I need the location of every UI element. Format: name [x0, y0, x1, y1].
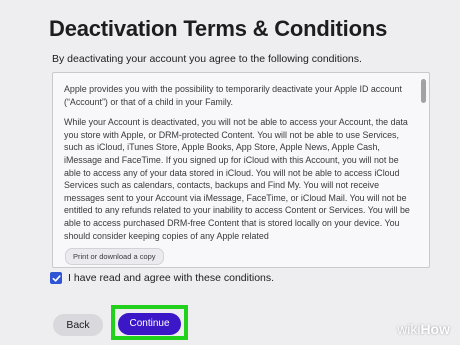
agree-checkbox[interactable]	[50, 272, 62, 284]
watermark-part2: How	[420, 321, 450, 337]
agree-label[interactable]: I have read and agree with these conditi…	[68, 272, 274, 284]
page-subtitle: By deactivating your account you agree t…	[52, 53, 362, 65]
wikihow-watermark: wikiHow	[397, 321, 450, 337]
terms-text: Apple provides you with the possibility …	[64, 83, 410, 250]
page-title: Deactivation Terms & Conditions	[49, 16, 388, 41]
watermark-part1: wiki	[397, 321, 421, 337]
continue-button[interactable]: Continue	[118, 313, 181, 335]
scrollbar-thumb[interactable]	[421, 79, 426, 103]
print-download-button[interactable]: Print or download a copy	[65, 248, 164, 265]
terms-paragraph: While your Account is deactivated, you w…	[64, 117, 410, 241]
agree-row: I have read and agree with these conditi…	[50, 272, 274, 284]
terms-paragraph: Apple provides you with the possibility …	[64, 84, 402, 107]
terms-scrollbar[interactable]	[420, 75, 427, 265]
terms-scroll-box[interactable]: Apple provides you with the possibility …	[52, 72, 430, 268]
checkmark-icon	[52, 274, 61, 282]
back-button[interactable]: Back	[53, 314, 103, 336]
